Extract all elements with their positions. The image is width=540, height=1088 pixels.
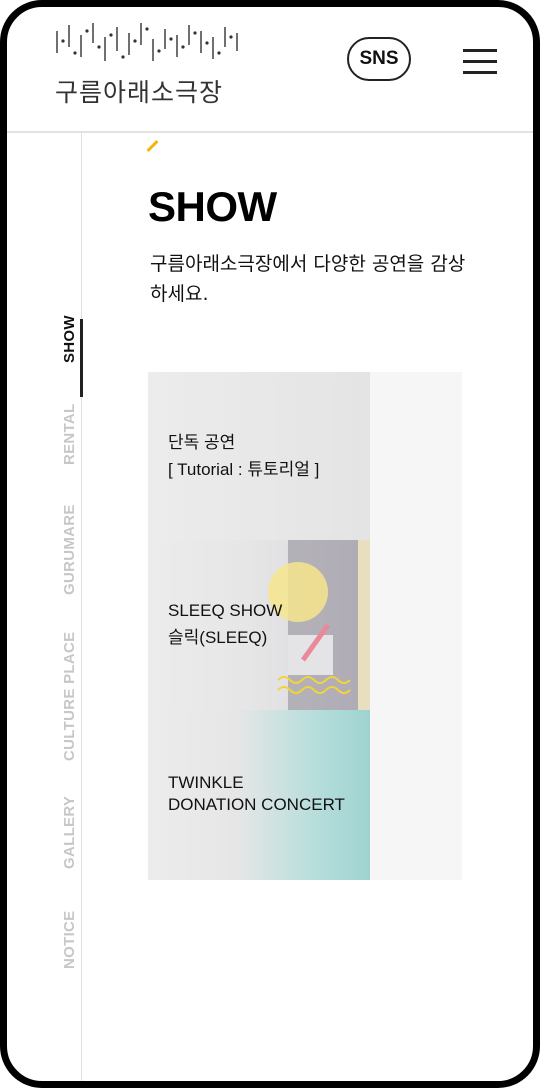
card-label-line1: 단독 공연 (168, 433, 236, 452)
card-label-line2: 슬릭(SLEEQ) (168, 628, 268, 647)
card-label: TWINKLE DONATION CONCERT (168, 772, 345, 816)
show-card-tutorial[interactable]: 단독 공연 [ Tutorial : 튜토리얼 ] (148, 372, 462, 540)
logo-mark-icon[interactable] (51, 17, 241, 69)
logo-text[interactable]: 구름아래소극장 (55, 73, 223, 109)
accent-mark (146, 139, 159, 153)
card-label-line2: [ Tutorial : 튜토리얼 ] (168, 460, 320, 479)
hamburger-icon[interactable] (463, 49, 497, 75)
show-list: 단독 공연 [ Tutorial : 튜토리얼 ] SLEEQ SHOW 슬릭(… (148, 372, 462, 880)
app-frame: 구름아래소극장 SNS SHOW RENTAL GURUMARE CULTURE… (0, 0, 540, 1088)
show-card-twinkle[interactable]: TWINKLE DONATION CONCERT (148, 710, 462, 880)
side-nav-item-label: GALLERY (61, 795, 78, 869)
card-label: 단독 공연 [ Tutorial : 튜토리얼 ] (168, 429, 319, 483)
side-nav-item-label: GURUMARE (61, 504, 78, 595)
side-nav-divider (81, 131, 82, 1081)
page-description: 구름아래소극장에서 다양한 공연을 감상하세요. (150, 253, 466, 305)
page-title: SHOW (148, 183, 277, 230)
card-label-line1: SLEEQ SHOW (168, 601, 283, 620)
sns-button[interactable]: SNS (347, 37, 411, 81)
side-nav-item-label: NOTICE (61, 910, 78, 969)
card-label-line2: DONATION CONCERT (168, 795, 345, 814)
card-label-line1: TWINKLE (168, 773, 244, 792)
side-nav-item-label: SHOW (61, 315, 78, 363)
header: 구름아래소극장 SNS (7, 7, 533, 133)
card-label: SLEEQ SHOW 슬릭(SLEEQ) (168, 597, 282, 651)
side-nav-item-label: CULTURE PLACE (61, 631, 78, 761)
show-card-sleeq[interactable]: SLEEQ SHOW 슬릭(SLEEQ) (148, 540, 462, 710)
side-nav-item-label: RENTAL (61, 403, 78, 465)
side-nav-active-indicator (80, 319, 83, 397)
